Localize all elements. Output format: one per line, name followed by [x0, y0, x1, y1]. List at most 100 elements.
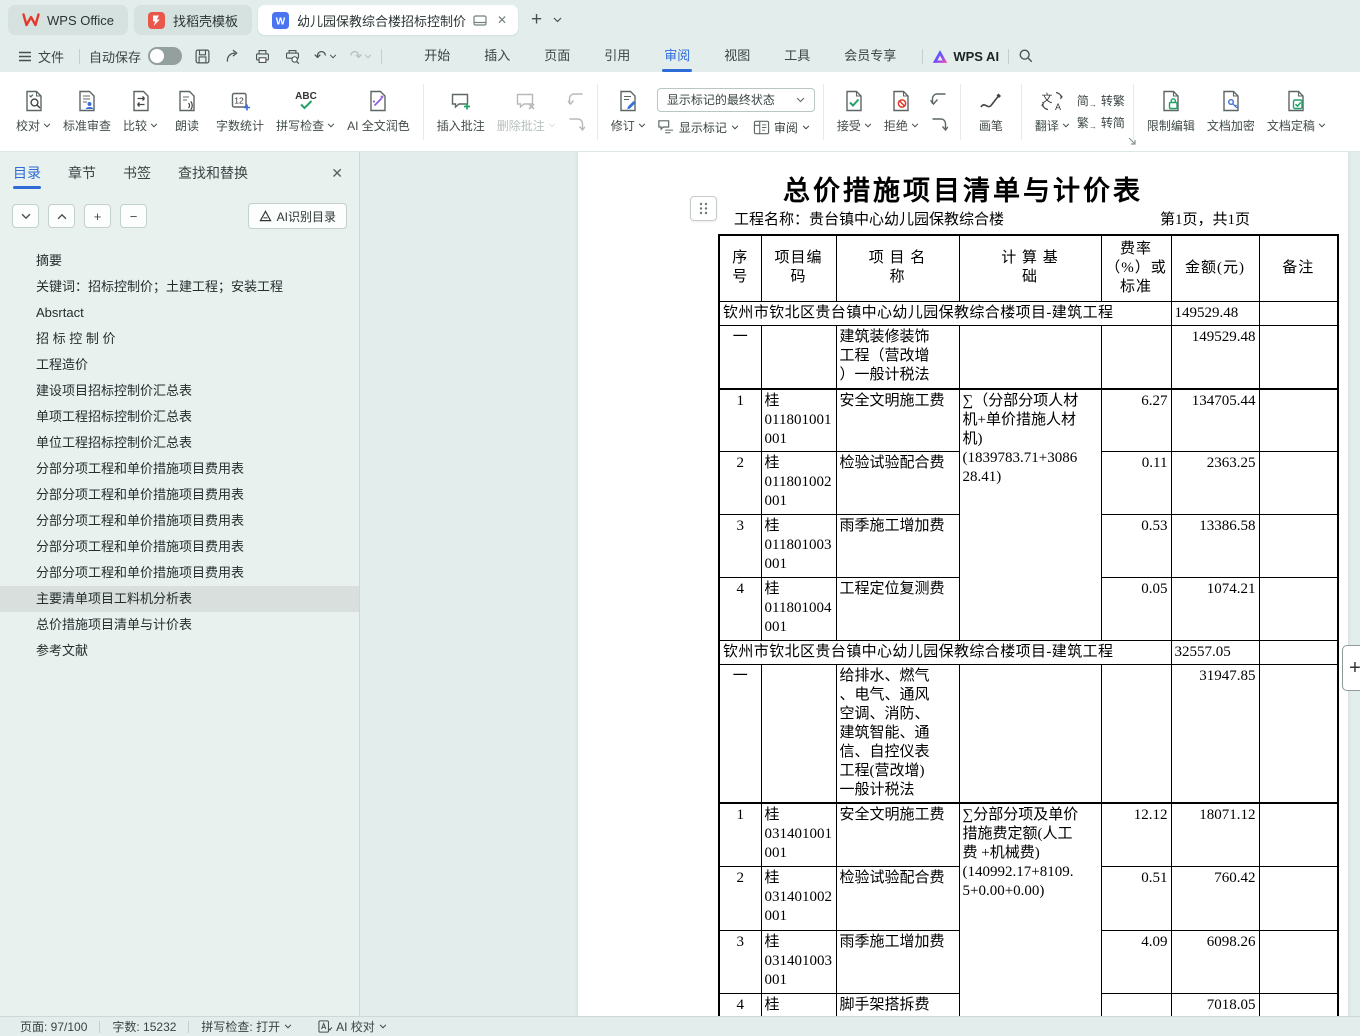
read-aloud-button[interactable]: 朗读	[165, 79, 209, 145]
search-icon[interactable]	[1018, 48, 1034, 64]
previous-comment-icon[interactable]	[566, 91, 586, 107]
code-cell[interactable]: 桂 031401002 001	[760, 865, 837, 931]
spell-check-status[interactable]: 拼写检查: 打开	[195, 1018, 298, 1035]
collapse-all-button[interactable]	[12, 204, 39, 228]
document-page[interactable]: 总价措施项目清单与计价表 工程名称：贵台镇中心幼儿园保教综合楼 第1页，共1页 …	[578, 152, 1348, 1016]
finalize-document-button[interactable]: 文档定稿	[1262, 79, 1331, 145]
track-changes-button[interactable]: 修订	[606, 79, 651, 145]
column-header[interactable]: 备注	[1258, 234, 1339, 302]
remark-cell[interactable]	[1258, 929, 1339, 994]
rate-cell[interactable]	[1100, 664, 1172, 804]
restrict-editing-button[interactable]: 限制编辑	[1142, 79, 1200, 145]
print-preview-icon[interactable]	[284, 48, 301, 65]
expand-all-button[interactable]	[48, 204, 75, 228]
basis-cell[interactable]	[958, 324, 1102, 390]
seq-cell[interactable]: 1	[718, 388, 762, 452]
toc-item[interactable]: 参考文献	[0, 638, 359, 664]
standard-review-button[interactable]: 标准审查	[58, 79, 116, 145]
next-comment-icon[interactable]	[566, 116, 586, 132]
compare-button[interactable]: 比较	[118, 79, 163, 145]
remark-cell[interactable]	[1258, 802, 1339, 867]
rate-cell[interactable]: 4.09	[1100, 929, 1172, 994]
previous-change-icon[interactable]	[929, 91, 949, 107]
seq-cell[interactable]: 3	[718, 514, 762, 578]
remark-cell[interactable]	[1258, 514, 1339, 578]
rate-cell[interactable]: 6.27	[1100, 388, 1172, 452]
code-cell[interactable]: 桂 011801002 001	[760, 451, 837, 515]
calc-basis-cell[interactable]: ∑（分部分项人材 机+单价措施人材 机) (1839783.71+3086 28…	[958, 388, 1102, 641]
name-cell[interactable]: 给排水、燃气 、电气、通风 空调、消防、 建筑智能、通 信、自控仪表 工程(营改…	[835, 664, 960, 804]
amount-cell[interactable]: 149529.48	[1170, 324, 1260, 390]
insert-row-button[interactable]: +	[1342, 645, 1360, 691]
page-indicator[interactable]: 页面: 97/100	[14, 1018, 93, 1035]
amount-cell[interactable]: 7018.05	[1170, 992, 1260, 1016]
amount-cell[interactable]: 760.42	[1170, 865, 1260, 931]
toc-item[interactable]: 分部分项工程和单价措施项目费用表	[0, 508, 359, 534]
encrypt-document-button[interactable]: 文档加密	[1202, 79, 1260, 145]
spell-check-button[interactable]: ABC 拼写检查	[271, 79, 340, 145]
word-count-button[interactable]: 12 字数统计	[211, 79, 269, 145]
menu-item-5[interactable]: 视图	[707, 40, 767, 72]
toc-item[interactable]: 建设项目招标控制价汇总表	[0, 378, 359, 404]
code-cell[interactable]: 桂 031401001 001	[760, 802, 837, 867]
insert-comment-button[interactable]: 插入批注	[432, 79, 490, 145]
remark-cell[interactable]	[1258, 992, 1339, 1016]
remark-cell[interactable]	[1258, 324, 1339, 390]
column-header[interactable]: 项目编 码	[760, 234, 837, 302]
toc-item[interactable]: 单项工程招标控制价汇总表	[0, 404, 359, 430]
calc-basis-cell[interactable]: ∑分部分项及单价 措施费定额(人工 费 +机械费) (140992.17+810…	[958, 802, 1102, 1016]
name-cell[interactable]: 工程定位复测费	[835, 577, 960, 641]
remark-cell[interactable]	[1258, 388, 1339, 452]
amount-cell[interactable]: 31947.85	[1170, 664, 1260, 804]
sidebar-tab-3[interactable]: 查找和替换	[178, 152, 248, 194]
translate-button[interactable]: 文A 翻译	[1030, 79, 1075, 145]
name-cell[interactable]: 安全文明施工费	[835, 388, 960, 452]
column-header[interactable]: 金额(元)	[1170, 234, 1260, 302]
amount-cell[interactable]: 18071.12	[1170, 802, 1260, 867]
rate-cell[interactable]: 0.11	[1100, 451, 1172, 515]
basis-cell[interactable]	[958, 664, 1102, 804]
table-drag-handle[interactable]	[690, 196, 717, 221]
toc-item[interactable]: 分部分项工程和单价措施项目费用表	[0, 456, 359, 482]
seq-cell[interactable]: 一	[718, 664, 762, 804]
toc-item[interactable]: 分部分项工程和单价措施项目费用表	[0, 482, 359, 508]
code-cell[interactable]	[760, 324, 837, 390]
name-cell[interactable]: 雨季施工增加费	[835, 514, 960, 578]
seq-cell[interactable]: 4	[718, 992, 762, 1016]
rate-cell[interactable]: 0.05	[1100, 577, 1172, 641]
wps-ai-button[interactable]: WPS AI	[932, 49, 999, 64]
toc-item[interactable]: Absrtact	[0, 300, 359, 326]
zoom-out-toc-button[interactable]: −	[120, 204, 147, 228]
close-tab-icon[interactable]: ✕	[494, 13, 510, 27]
toc-item[interactable]: 招 标 控 制 价	[0, 326, 359, 352]
delete-comment-button[interactable]: 删除批注	[492, 79, 561, 145]
expand-group-icon[interactable]	[1128, 137, 1136, 145]
sidebar-tab-1[interactable]: 章节	[68, 152, 96, 194]
name-cell[interactable]: 脚手架搭拆费	[835, 992, 960, 1016]
tab-document[interactable]: W 幼儿园保教综合楼招标控制价 ✕	[257, 5, 519, 35]
save-icon[interactable]	[194, 48, 211, 65]
to-traditional-button[interactable]: 简→ 转繁	[1077, 92, 1125, 109]
rate-cell[interactable]	[1100, 324, 1172, 390]
menu-item-0[interactable]: 开始	[407, 40, 467, 72]
multi-window-icon[interactable]	[473, 14, 487, 26]
sidebar-tab-2[interactable]: 书签	[123, 152, 151, 194]
zoom-in-toc-button[interactable]: +	[84, 204, 111, 228]
menu-item-2[interactable]: 页面	[527, 40, 587, 72]
tab-wps-office[interactable]: WPS Office	[8, 5, 128, 35]
redo-button[interactable]: ↷	[350, 49, 373, 64]
to-simplified-button[interactable]: 繁→ 转简	[1077, 114, 1125, 131]
name-cell[interactable]: 建筑装修装饰 工程（营改增 ）一般计税法	[835, 324, 960, 390]
word-count-indicator[interactable]: 字数: 15232	[106, 1018, 182, 1035]
menu-item-3[interactable]: 引用	[587, 40, 647, 72]
menu-item-1[interactable]: 插入	[467, 40, 527, 72]
amount-cell[interactable]: 134705.44	[1170, 388, 1260, 452]
accept-button[interactable]: 接受	[832, 79, 877, 145]
autosave-toggle[interactable]	[148, 47, 183, 65]
toc-item[interactable]: 摘要	[0, 248, 359, 274]
toc-item[interactable]: 关键词：招标控制价；土建工程；安装工程	[0, 274, 359, 300]
toc-item[interactable]: 分部分项工程和单价措施项目费用表	[0, 560, 359, 586]
code-cell[interactable]	[760, 664, 837, 804]
name-cell[interactable]: 检验试验配合费	[835, 451, 960, 515]
name-cell[interactable]: 雨季施工增加费	[835, 929, 960, 994]
